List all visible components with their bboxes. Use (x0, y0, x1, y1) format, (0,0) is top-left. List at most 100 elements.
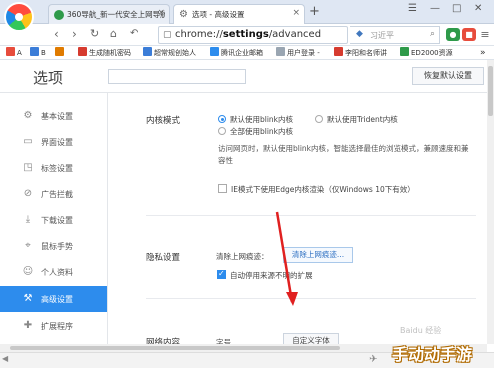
window-icon: ▭ (23, 136, 33, 147)
puzzle-icon: ✚ (23, 320, 33, 331)
radio-trident-default[interactable] (315, 115, 323, 123)
undo-close-icon[interactable]: ↶ (130, 28, 138, 39)
sidebar-item-label: 鼠标手势 (41, 242, 73, 251)
option-label: 全部使用blink内核 (230, 127, 294, 136)
bookmark-item[interactable]: 超常规创始人 (143, 47, 196, 59)
sidebar-item-label: 扩展程序 (41, 322, 73, 331)
sidebar-item-label: 广告拦截 (41, 190, 73, 199)
sidebar-item-label: 高级设置 (41, 295, 73, 304)
tag-icon: ◳ (23, 162, 33, 173)
radio-blink-default[interactable] (218, 115, 226, 123)
close-tab-icon[interactable]: × (157, 8, 165, 18)
close-tab-icon[interactable]: × (292, 8, 300, 18)
page-icon: ▢ (163, 30, 172, 40)
minimize-icon[interactable]: — (430, 3, 440, 14)
refresh-icon[interactable]: ↻ (90, 27, 99, 40)
privacy-section-title: 隐私设置 (146, 253, 181, 263)
search-box[interactable]: ◆ 习近平 ⌕ (350, 26, 440, 44)
auto-disable-label: 自动停用来源不明的扩展 (230, 271, 313, 280)
section-divider (146, 215, 476, 216)
tab-title: 360导航_新一代安全上网导航 (67, 10, 165, 19)
menu-icon[interactable]: ≡ (478, 28, 492, 41)
sidebar-item-profile[interactable]: ☺ 个人资料 (0, 259, 107, 285)
bookmark-favicon-icon (210, 47, 219, 56)
sidebar-item-label: 界面设置 (41, 138, 73, 147)
bookmark-item[interactable] (55, 47, 66, 59)
description-line: 访问网页时，默认使用blink内核，智能选择最佳的浏览模式，兼顾速度和兼 (218, 144, 469, 153)
extension-red-icon[interactable]: ■ (462, 28, 476, 41)
kernel-section-title: 内核模式 (146, 116, 181, 126)
sidebar-item-label: 标签设置 (41, 164, 73, 173)
settings-search-input[interactable] (108, 69, 246, 84)
bookmark-item[interactable]: A (6, 47, 22, 59)
auto-disable-extensions-checkbox[interactable] (217, 269, 226, 279)
web-content-section-title: 网络内容 (146, 338, 181, 344)
home-icon[interactable]: ⌂ (110, 27, 117, 40)
sidebar-item-mouse-gesture[interactable]: ⌖ 鼠标手势 (0, 233, 107, 259)
watermark: 手动动手游 (392, 345, 473, 364)
gear-icon: ⚙ (23, 110, 33, 121)
page-title: 选项 (33, 69, 64, 87)
bookmark-favicon-icon (6, 47, 15, 56)
bookmark-favicon-icon (78, 47, 87, 56)
browser-logo-icon[interactable] (4, 2, 34, 32)
360-favicon-icon (54, 10, 64, 20)
custom-font-button[interactable]: 自定义字体 (283, 333, 339, 344)
search-engine-icon[interactable]: ◆ (356, 29, 363, 39)
sidebar-item-label: 下载设置 (41, 216, 73, 225)
skin-icon[interactable]: ☰ (408, 3, 417, 14)
gear-favicon-icon: ⚙ (179, 9, 188, 20)
navigation-toolbar: ‹ › ↻ ⌂ ↶ ▢ chrome://settings/advanced ◆… (0, 24, 494, 46)
close-window-icon[interactable]: ✕ (474, 3, 482, 14)
scroll-left-icon[interactable]: ◀ (2, 354, 8, 363)
search-icon[interactable]: ⌕ (430, 29, 435, 39)
watermark-small: Baidu 经验 (400, 326, 442, 335)
bookmark-item[interactable]: 生成随机密码 (78, 47, 131, 59)
vertical-scroll-thumb[interactable] (488, 66, 493, 116)
sidebar-item-interface[interactable]: ▭ 界面设置 (0, 129, 107, 155)
section-divider (146, 298, 476, 299)
horizontal-scroll-thumb[interactable] (10, 346, 340, 350)
tab-strip: 360导航_新一代安全上网导航 × ⚙ 选项 - 高级设置 × + ☰ — □ … (0, 0, 494, 32)
sidebar-item-basic[interactable]: ⚙ 基本设置 (0, 103, 107, 129)
bookmark-favicon-icon (30, 47, 39, 56)
extension-green-icon[interactable]: ● (446, 28, 460, 41)
bookmark-item[interactable]: 李阳和名师讲 (334, 47, 387, 59)
tab-360-navigation[interactable]: 360导航_新一代安全上网导航 × (48, 4, 170, 24)
settings-page: 选项 恢复默认设置 ⚙ 基本设置 ▭ 界面设置 ◳ 标签设置 ⊘ 广告拦截 ⤓ … (0, 60, 487, 344)
clear-history-label: 清除上网痕迹： (216, 252, 269, 261)
sidebar-item-extensions[interactable]: ✚ 扩展程序 (0, 313, 107, 339)
maximize-icon[interactable]: □ (452, 3, 461, 14)
ie-edge-label: IE模式下使用Edge内核渲染（仅Windows 10下有效） (231, 185, 415, 194)
reset-defaults-button[interactable]: 恢复默认设置 (412, 67, 484, 85)
address-bar[interactable]: ▢ chrome://settings/advanced (158, 26, 348, 44)
shield-icon: ⊘ (23, 188, 33, 199)
folder-icon (55, 47, 64, 56)
tab-options[interactable]: ⚙ 选项 - 高级设置 × (173, 4, 305, 24)
bookmark-item[interactable]: B (30, 47, 46, 59)
sidebar-item-download[interactable]: ⤓ 下载设置 (0, 207, 107, 233)
bookmark-item[interactable]: ED2000资源 (400, 47, 453, 59)
new-tab-icon[interactable]: + (309, 4, 320, 19)
bookmark-item[interactable]: 腾讯企业邮箱 (210, 47, 263, 59)
radio-blink-all[interactable] (218, 127, 226, 135)
back-icon[interactable]: ‹ (54, 27, 59, 41)
pin-icon[interactable]: ✈ (369, 354, 377, 365)
download-icon: ⤓ (25, 214, 31, 225)
forward-icon[interactable]: › (72, 27, 77, 41)
more-bookmarks-icon[interactable]: » (480, 47, 486, 59)
bookmark-item[interactable]: 用户登录 - (276, 47, 320, 59)
ie-edge-checkbox[interactable] (218, 184, 227, 193)
settings-sidebar: ⚙ 基本设置 ▭ 界面设置 ◳ 标签设置 ⊘ 广告拦截 ⤓ 下载设置 ⌖ 鼠标手… (0, 93, 108, 344)
user-icon: ☺ (22, 266, 34, 277)
search-input[interactable]: 习近平 (370, 30, 394, 41)
clear-history-button[interactable]: 清除上网痕迹... (283, 247, 353, 263)
sidebar-item-adblock[interactable]: ⊘ 广告拦截 (0, 181, 107, 207)
sidebar-item-tabs[interactable]: ◳ 标签设置 (0, 155, 107, 181)
settings-content: 内核模式 默认使用blink内核 默认使用Trident内核 全部使用blink… (108, 93, 487, 344)
sidebar-item-label: 个人资料 (41, 268, 73, 277)
mouse-icon: ⌖ (25, 240, 31, 251)
sidebar-item-advanced[interactable]: ⚒ 高级设置 (0, 286, 107, 312)
description-line: 容性 (218, 156, 233, 165)
url-text[interactable]: chrome://settings/advanced (175, 29, 321, 40)
